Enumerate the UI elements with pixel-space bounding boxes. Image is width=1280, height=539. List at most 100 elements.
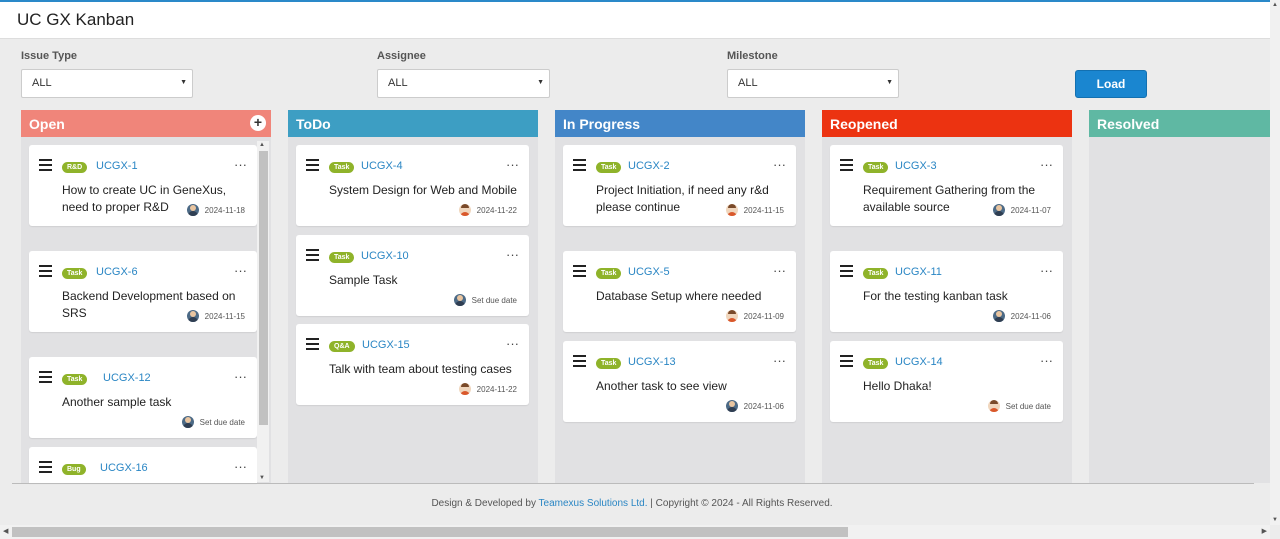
issue-key-link[interactable]: UCGX-3 (895, 160, 937, 172)
card-meta: Set due date (987, 400, 1051, 412)
load-button[interactable]: Load (1075, 70, 1147, 98)
column-header-reopened: Reopened (822, 110, 1072, 137)
due-date[interactable]: Set due date (200, 418, 245, 427)
issue-type-badge: Task (863, 358, 889, 369)
drag-handle-icon[interactable] (306, 159, 319, 174)
drag-handle-icon[interactable] (840, 265, 853, 280)
drag-handle-icon[interactable] (39, 159, 52, 174)
due-date[interactable]: 2024-11-09 (744, 312, 784, 321)
card[interactable]: Task UCGX-11 ··· For the testing kanban … (830, 251, 1063, 332)
scroll-left-icon[interactable]: ◀ (3, 527, 8, 535)
card[interactable]: Task UCGX-2 ··· Project Initiation, if n… (563, 145, 796, 226)
due-date[interactable]: 2024-11-06 (744, 402, 784, 411)
scrollbar-thumb[interactable] (12, 527, 848, 537)
more-options-icon[interactable]: ··· (234, 157, 247, 172)
drag-handle-icon[interactable] (306, 249, 319, 264)
scroll-up-icon[interactable]: ▲ (259, 142, 265, 148)
drag-handle-icon[interactable] (573, 159, 586, 174)
more-options-icon[interactable]: ··· (234, 369, 247, 384)
column-todo: ToDo Task UCGX-4 ··· System Design for W… (288, 110, 538, 483)
scroll-down-icon[interactable]: ▼ (259, 475, 265, 481)
card[interactable]: Task UCGX-12 ··· Another sample task Set… (29, 357, 257, 438)
milestone-select[interactable]: ALL ▼ (727, 69, 899, 98)
more-options-icon[interactable]: ··· (506, 336, 519, 351)
due-date[interactable]: 2024-11-22 (477, 385, 517, 394)
footer-copyright: | Copyright © 2024 - All Rights Reserved… (647, 498, 833, 509)
more-options-icon[interactable]: ··· (506, 247, 519, 262)
column-in-progress: In Progress Task UCGX-2 ··· Project Init… (555, 110, 805, 483)
column-scrollbar[interactable]: ▲ ▼ (257, 141, 269, 482)
scroll-up-icon[interactable]: ▲ (1272, 2, 1278, 8)
issue-key-link[interactable]: UCGX-4 (361, 160, 403, 172)
drag-handle-icon[interactable] (39, 265, 52, 280)
add-card-button[interactable]: + (250, 115, 266, 131)
issue-type-badge: Task (62, 268, 88, 279)
issue-key-link[interactable]: UCGX-5 (628, 266, 670, 278)
issue-key-link[interactable]: UCGX-12 (103, 372, 151, 384)
due-date[interactable]: Set due date (472, 296, 517, 305)
milestone-value: ALL (738, 77, 758, 89)
more-options-icon[interactable]: ··· (234, 263, 247, 278)
company-link[interactable]: Teamexus Solutions Ltd. (539, 498, 648, 509)
scroll-right-icon[interactable]: ▶ (1262, 527, 1267, 535)
drag-handle-icon[interactable] (39, 371, 52, 386)
more-options-icon[interactable]: ··· (1040, 353, 1053, 368)
column-open: Open + R&D UCGX-1 ··· How to create UC i… (21, 110, 271, 483)
issue-key-link[interactable]: UCGX-2 (628, 160, 670, 172)
due-date[interactable]: 2024-11-06 (1011, 312, 1051, 321)
card-meta: 2024-11-15 (725, 204, 784, 216)
drag-handle-icon[interactable] (840, 355, 853, 370)
card[interactable]: Task UCGX-6 ··· Backend Development base… (29, 251, 257, 332)
issue-key-link[interactable]: UCGX-13 (628, 356, 676, 368)
card[interactable]: Q&A UCGX-15 ··· Talk with team about tes… (296, 324, 529, 405)
card[interactable]: Bug UCGX-16 ··· (29, 447, 257, 483)
due-date[interactable]: 2024-11-18 (205, 206, 245, 215)
card[interactable]: Task UCGX-5 ··· Database Setup where nee… (563, 251, 796, 332)
issue-key-link[interactable]: UCGX-16 (100, 462, 148, 474)
assignee-select[interactable]: ALL ▼ (377, 69, 550, 98)
drag-handle-icon[interactable] (573, 265, 586, 280)
card[interactable]: Task UCGX-4 ··· System Design for Web an… (296, 145, 529, 226)
issue-key-link[interactable]: UCGX-11 (895, 266, 942, 278)
scrollbar-thumb[interactable] (259, 151, 268, 425)
card[interactable]: Task UCGX-13 ··· Another task to see vie… (563, 341, 796, 422)
page-vertical-scrollbar[interactable]: ▲ ▼ (1270, 0, 1280, 525)
scroll-down-icon[interactable]: ▼ (1272, 517, 1278, 523)
drag-handle-icon[interactable] (573, 355, 586, 370)
more-options-icon[interactable]: ··· (773, 157, 786, 172)
card-meta: 2024-11-15 (186, 310, 245, 322)
due-date[interactable]: 2024-11-07 (1011, 206, 1051, 215)
due-date[interactable]: 2024-11-15 (744, 206, 784, 215)
issue-key-link[interactable]: UCGX-1 (96, 160, 138, 172)
more-options-icon[interactable]: ··· (506, 157, 519, 172)
more-options-icon[interactable]: ··· (1040, 157, 1053, 172)
chevron-down-icon: ▼ (886, 79, 893, 86)
card[interactable]: R&D UCGX-1 ··· How to create UC in GeneX… (29, 145, 257, 226)
more-options-icon[interactable]: ··· (773, 353, 786, 368)
due-date[interactable]: 2024-11-22 (477, 206, 517, 215)
card-meta: Set due date (453, 294, 517, 306)
card-meta: 2024-11-06 (992, 310, 1051, 322)
issue-key-link[interactable]: UCGX-10 (361, 250, 409, 262)
issue-key-link[interactable]: UCGX-15 (362, 339, 410, 351)
more-options-icon[interactable]: ··· (1040, 263, 1053, 278)
more-options-icon[interactable]: ··· (234, 459, 247, 474)
page-horizontal-scrollbar[interactable]: ◀ ▶ (0, 525, 1270, 539)
card[interactable]: Task UCGX-14 ··· Hello Dhaka! Set due da… (830, 341, 1063, 422)
issue-type-badge: Task (329, 162, 355, 173)
issue-key-link[interactable]: UCGX-6 (96, 266, 138, 278)
due-date[interactable]: Set due date (1006, 402, 1051, 411)
card[interactable]: Task UCGX-3 ··· Requirement Gathering fr… (830, 145, 1063, 226)
issue-type-badge: Task (62, 374, 88, 385)
issue-type-select[interactable]: ALL ▼ (21, 69, 193, 98)
drag-handle-icon[interactable] (306, 338, 319, 353)
issue-key-link[interactable]: UCGX-14 (895, 356, 943, 368)
drag-handle-icon[interactable] (39, 461, 52, 476)
assignee-value: ALL (388, 77, 408, 89)
card[interactable]: Task UCGX-10 ··· Sample Task Set due dat… (296, 235, 529, 316)
due-date[interactable]: 2024-11-15 (205, 312, 245, 321)
more-options-icon[interactable]: ··· (773, 263, 786, 278)
drag-handle-icon[interactable] (840, 159, 853, 174)
avatar (458, 204, 471, 216)
card-meta: 2024-11-18 (186, 204, 245, 216)
